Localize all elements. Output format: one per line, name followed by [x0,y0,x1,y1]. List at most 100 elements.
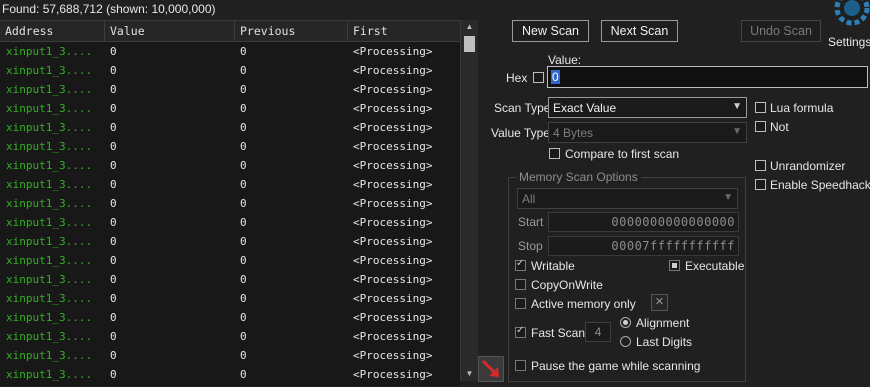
table-row[interactable]: xinput1_3....00<Processing> [0,232,460,251]
previous-cell: 0 [240,83,247,96]
writable-checkbox[interactable] [515,258,526,271]
address-cell: xinput1_3.... [6,273,93,286]
stop-address-field[interactable]: 00007fffffffffff [548,236,739,256]
first-cell: <Processing> [353,64,433,77]
address-cell: xinput1_3.... [6,64,93,77]
column-header-previous[interactable]: Previous [240,24,295,38]
value-cell: 0 [110,83,117,96]
close-icon[interactable]: ✕ [651,294,668,311]
first-cell: <Processing> [353,159,433,172]
scroll-up-icon[interactable]: ▲ [461,20,478,34]
value-input-text: 0 [551,70,560,84]
column-header-value[interactable]: Value [110,24,145,38]
address-cell: xinput1_3.... [6,178,93,191]
alignment-radio[interactable] [620,317,631,328]
enable-speedhack-label[interactable]: Enable Speedhack [770,178,870,192]
value-type-select[interactable]: 4 Bytes ▼ [548,122,747,143]
active-memory-only-checkbox[interactable] [515,298,526,309]
previous-cell: 0 [240,140,247,153]
table-row[interactable]: xinput1_3....00<Processing> [0,194,460,213]
table-row[interactable]: xinput1_3....00<Processing> [0,99,460,118]
fast-scan-alignment-field[interactable]: 4 [585,322,611,342]
hex-checkbox[interactable] [533,72,544,83]
fast-scan-checkbox[interactable] [515,325,526,338]
unrandomizer-label[interactable]: Unrandomizer [770,159,845,173]
new-scan-button[interactable]: New Scan [512,20,589,42]
last-digits-label[interactable]: Last Digits [636,335,692,349]
previous-cell: 0 [240,159,247,172]
table-row[interactable]: xinput1_3....00<Processing> [0,270,460,289]
compare-first-scan-label[interactable]: Compare to first scan [565,147,679,161]
lua-formula-checkbox[interactable] [755,102,766,113]
address-cell: xinput1_3.... [6,235,93,248]
value-cell: 0 [110,254,117,267]
table-row[interactable]: xinput1_3....00<Processing> [0,365,460,384]
previous-cell: 0 [240,121,247,134]
not-label[interactable]: Not [770,120,789,134]
previous-cell: 0 [240,216,247,229]
writable-label[interactable]: Writable [531,259,575,273]
table-row[interactable]: xinput1_3....00<Processing> [0,80,460,99]
compare-first-scan-checkbox[interactable] [549,148,560,159]
copy-on-write-label[interactable]: CopyOnWrite [531,278,603,292]
results-table[interactable]: Address Value Previous First xinput1_3..… [0,20,460,386]
memory-region-select[interactable]: All ▼ [517,188,738,209]
scan-type-select[interactable]: Exact Value ▼ [548,97,747,118]
previous-cell: 0 [240,45,247,58]
table-row[interactable]: xinput1_3....00<Processing> [0,42,460,61]
previous-cell: 0 [240,64,247,77]
scrollbar-thumb[interactable] [464,36,475,52]
value-cell: 0 [110,102,117,115]
table-row[interactable]: xinput1_3.... 0 0 <Processing> [0,251,460,270]
stop-label: Stop [518,239,543,253]
address-cell: xinput1_3.... [6,292,93,305]
unrandomizer-checkbox[interactable] [755,160,766,171]
active-memory-only-label[interactable]: Active memory only [531,297,636,311]
copy-on-write-checkbox[interactable] [515,279,526,290]
table-row[interactable]: xinput1_3.... 0 0 <Processing> [0,61,460,80]
previous-cell: 0 [240,368,247,381]
not-checkbox[interactable] [755,121,766,132]
address-cell: xinput1_3.... [6,45,93,58]
enable-speedhack-checkbox[interactable] [755,179,766,190]
table-row[interactable]: xinput1_3....00<Processing> [0,175,460,194]
column-header-first[interactable]: First [353,24,388,38]
previous-cell: 0 [240,254,247,267]
previous-cell: 0 [240,349,247,362]
next-scan-button[interactable]: Next Scan [601,20,678,42]
pause-game-label[interactable]: Pause the game while scanning [531,359,700,373]
fast-scan-label[interactable]: Fast Scan [531,326,585,340]
executable-checkbox[interactable] [669,260,680,271]
first-cell: <Processing> [353,102,433,115]
first-cell: <Processing> [353,254,433,267]
table-row[interactable]: xinput1_3....00<Processing> [0,118,460,137]
previous-cell: 0 [240,102,247,115]
column-header-address[interactable]: Address [5,24,53,38]
settings-label[interactable]: Settings [828,35,870,49]
table-row[interactable]: xinput1_3....00<Processing> [0,213,460,232]
cheat-engine-logo-icon[interactable] [828,0,870,34]
table-row[interactable]: xinput1_3....00<Processing> [0,327,460,346]
table-row[interactable]: xinput1_3....00<Processing> [0,156,460,175]
value-cell: 0 [110,64,117,77]
scroll-down-icon[interactable]: ▼ [461,367,478,381]
undo-scan-button[interactable]: Undo Scan [741,20,821,42]
add-to-address-list-arrow-icon[interactable] [478,356,504,382]
table-row[interactable]: xinput1_3....00<Processing> [0,137,460,156]
table-row[interactable]: xinput1_3....00<Processing> [0,308,460,327]
address-cell: xinput1_3.... [6,254,93,267]
executable-label[interactable]: Executable [685,259,744,273]
table-row[interactable]: xinput1_3....00<Processing> [0,289,460,308]
results-scrollbar[interactable]: ▲ ▼ [460,20,478,381]
table-row[interactable]: xinput1_3....00<Processing> [0,384,460,386]
pause-game-checkbox[interactable] [515,360,526,371]
alignment-label[interactable]: Alignment [636,316,689,330]
start-address-field[interactable]: 0000000000000000 [548,212,739,232]
table-row[interactable]: xinput1_3....00<Processing> [0,346,460,365]
last-digits-radio[interactable] [620,336,631,347]
first-cell: <Processing> [353,197,433,210]
value-type-selected: 4 Bytes [553,126,594,140]
lua-formula-label[interactable]: Lua formula [770,101,833,115]
value-input[interactable]: 0 [547,66,868,88]
value-cell: 0 [110,197,117,210]
